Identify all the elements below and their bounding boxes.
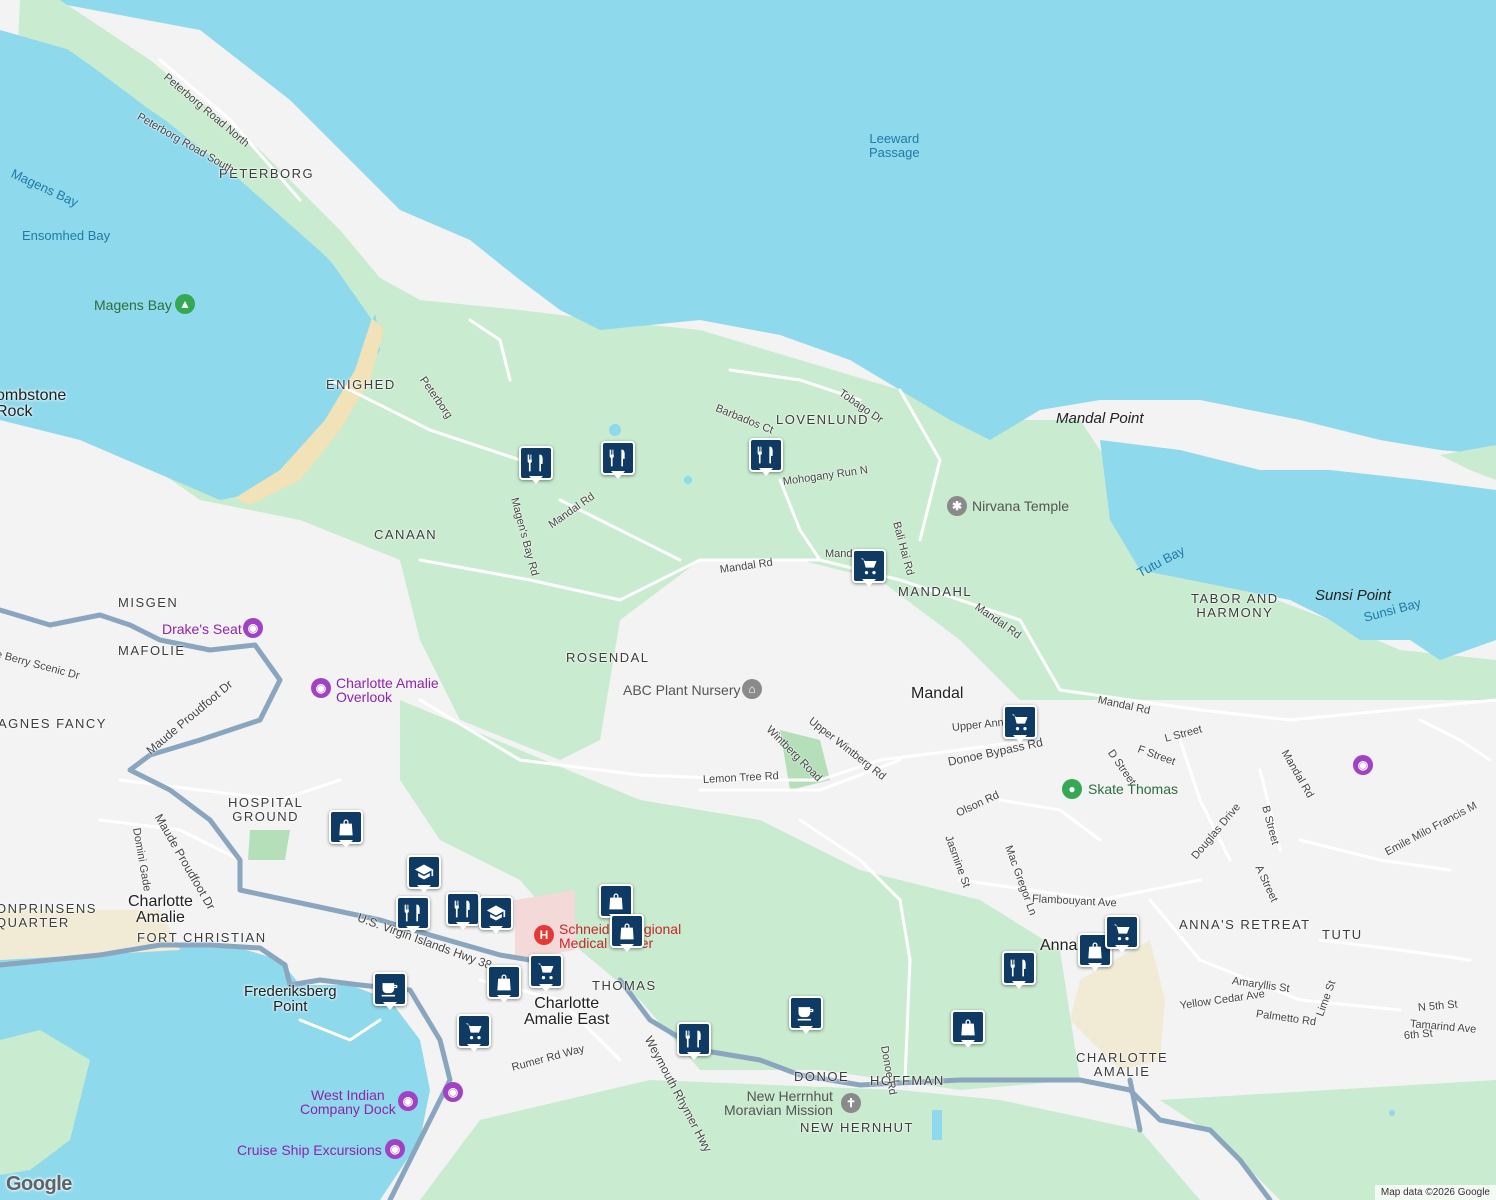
cart-icon <box>529 954 563 988</box>
map-marker[interactable] <box>407 855 441 895</box>
map-marker[interactable] <box>1003 705 1037 745</box>
marker-tip <box>1088 963 1102 971</box>
coffee-icon <box>373 972 407 1006</box>
marker-tip <box>339 840 353 848</box>
marker-tip <box>383 1002 397 1010</box>
map-marker[interactable] <box>1105 915 1139 955</box>
cart-icon <box>1105 915 1139 949</box>
place-pin-icon[interactable]: ● <box>1062 779 1082 799</box>
map-marker[interactable] <box>457 1014 491 1054</box>
restaurant-icon <box>1002 951 1036 985</box>
map-marker[interactable] <box>1002 951 1036 991</box>
shopping-bag-icon <box>951 1010 985 1044</box>
marker-tip <box>687 1052 701 1060</box>
marker-tip <box>497 995 511 1003</box>
camera-icon[interactable]: ◉ <box>398 1091 418 1111</box>
map-marker[interactable] <box>396 896 430 936</box>
map-marker[interactable] <box>373 972 407 1012</box>
map-marker[interactable] <box>529 954 563 994</box>
marker-tip <box>799 1026 813 1034</box>
marker-tip <box>611 471 625 479</box>
restaurant-icon <box>601 441 635 475</box>
map-base-layer <box>0 0 1496 1200</box>
map-attribution[interactable]: Map data ©2026 Google <box>1374 1185 1496 1200</box>
restaurant-icon <box>396 896 430 930</box>
hospital-icon[interactable]: H <box>534 925 554 945</box>
google-logo: Google <box>6 1173 72 1195</box>
camera-icon[interactable]: ◉ <box>1353 755 1373 775</box>
marker-tip <box>961 1040 975 1048</box>
map-canvas[interactable]: Leeward Passage Magens Bay Ensomhed Bay … <box>0 0 1496 1200</box>
park-icon[interactable]: ▲ <box>175 294 195 314</box>
camera-icon[interactable]: ◉ <box>385 1139 405 1159</box>
marker-tip <box>406 926 420 934</box>
map-marker[interactable] <box>519 446 553 486</box>
map-marker[interactable] <box>749 438 783 478</box>
marker-tip <box>529 476 543 484</box>
marker-tip <box>1012 981 1026 989</box>
cart-icon <box>852 549 886 583</box>
cart-icon <box>457 1014 491 1048</box>
map-marker[interactable] <box>610 914 644 954</box>
marker-tip <box>1115 945 1129 953</box>
restaurant-icon <box>446 892 480 926</box>
map-marker[interactable] <box>487 965 521 1005</box>
camera-icon[interactable]: ◉ <box>311 678 331 698</box>
church-icon[interactable]: ✝ <box>841 1093 861 1113</box>
map-marker[interactable] <box>789 996 823 1036</box>
restaurant-icon <box>749 438 783 472</box>
map-marker[interactable] <box>446 892 480 932</box>
camera-icon[interactable]: ◉ <box>243 618 263 638</box>
marker-tip <box>417 885 431 893</box>
shopping-bag-icon <box>329 810 363 844</box>
map-marker[interactable] <box>677 1022 711 1062</box>
restaurant-icon <box>519 446 553 480</box>
shopping-bag-icon <box>599 884 633 918</box>
marker-tip <box>862 579 876 587</box>
marker-tip <box>539 984 553 992</box>
shopping-bag-icon <box>610 914 644 948</box>
map-marker[interactable] <box>601 441 635 481</box>
map-marker[interactable] <box>479 896 513 936</box>
restaurant-icon <box>677 1022 711 1056</box>
school-icon[interactable]: ⌂ <box>742 679 762 699</box>
map-marker[interactable] <box>329 810 363 850</box>
camera-icon[interactable]: ◉ <box>443 1082 463 1102</box>
map-marker[interactable] <box>951 1010 985 1050</box>
shopping-bag-icon <box>487 965 521 999</box>
marker-tip <box>1013 735 1027 743</box>
marker-tip <box>759 468 773 476</box>
temple-icon[interactable]: ✱ <box>947 496 967 516</box>
marker-tip <box>489 926 503 934</box>
marker-tip <box>467 1044 481 1052</box>
coffee-icon <box>789 996 823 1030</box>
marker-tip <box>456 922 470 930</box>
marker-tip <box>620 944 634 952</box>
school-icon <box>479 896 513 930</box>
school-icon <box>407 855 441 889</box>
cart-icon <box>1003 705 1037 739</box>
map-marker[interactable] <box>852 549 886 589</box>
